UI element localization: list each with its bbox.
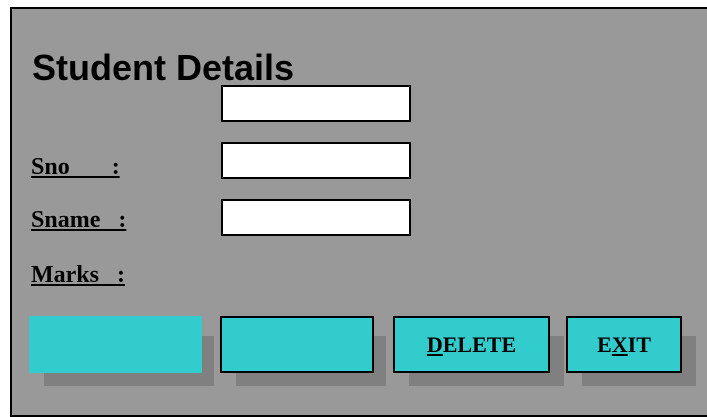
delete-mnemonic: D <box>426 331 443 357</box>
delete-button[interactable]: D ELETE <box>393 316 550 373</box>
action-button-2[interactable] <box>220 316 374 373</box>
exit-mnemonic: X <box>611 331 628 357</box>
marks-label: Marks : <box>31 262 125 288</box>
action-button-1[interactable] <box>29 316 202 373</box>
exit-button[interactable]: E X IT <box>566 316 682 373</box>
sname-label: Sname : <box>31 207 127 233</box>
delete-label-rest: ELETE <box>442 331 517 357</box>
sname-field[interactable] <box>221 199 411 236</box>
top-text-field[interactable] <box>221 85 411 122</box>
sno-field[interactable] <box>221 142 411 179</box>
sno-label: Sno : <box>31 154 120 180</box>
exit-label-rest: IT <box>627 331 651 357</box>
exit-label-prefix: E <box>597 331 612 357</box>
form-title: Student Details <box>32 47 295 88</box>
